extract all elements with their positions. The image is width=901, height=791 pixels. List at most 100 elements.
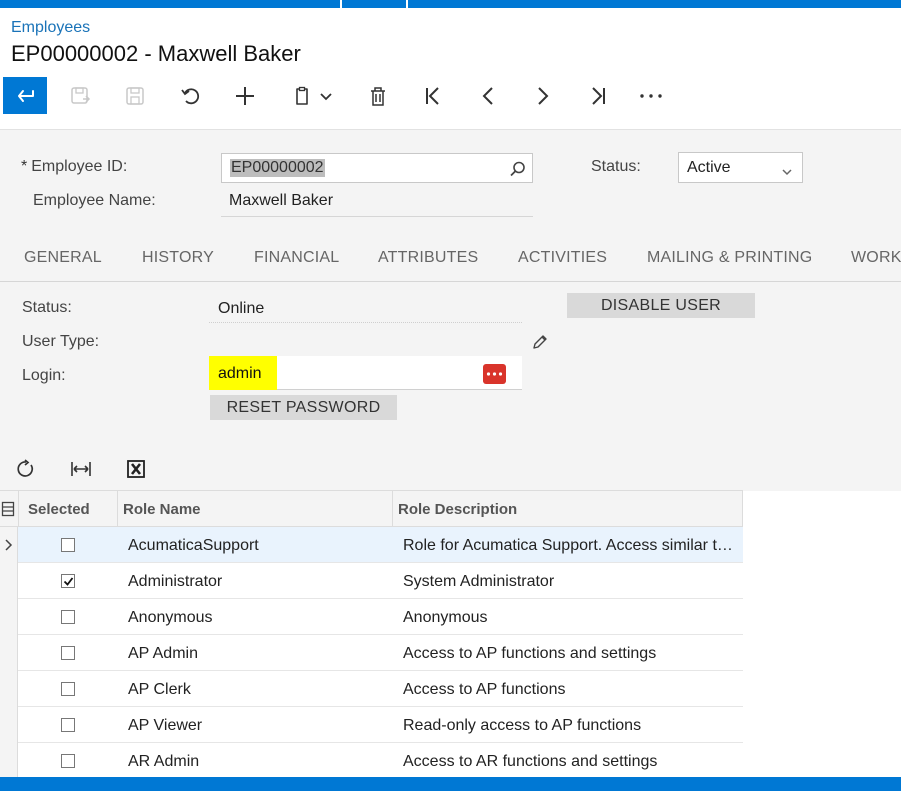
fit-to-screen-button[interactable] [68, 456, 94, 482]
selected-checkbox[interactable] [61, 646, 75, 660]
employee-id-label: * Employee ID: [21, 158, 127, 176]
row-indicator [0, 527, 18, 563]
status-select[interactable]: Active [678, 152, 803, 183]
tab-financial[interactable]: FINANCIAL [254, 249, 339, 267]
save-icon [126, 87, 144, 105]
login-field[interactable]: admin [209, 356, 522, 390]
add-button[interactable] [231, 77, 259, 115]
user-type-label: User Type: [22, 333, 100, 350]
table-row[interactable]: Anonymous Anonymous [0, 599, 743, 635]
row-indicator [0, 743, 18, 779]
role-name-cell: AP Viewer [128, 717, 203, 734]
toolbar [0, 77, 901, 115]
selected-checkbox[interactable] [61, 574, 75, 588]
user-status-field: Online [209, 292, 522, 323]
tab-work[interactable]: WORK [851, 249, 901, 267]
export-excel-button[interactable] [123, 456, 149, 482]
grid-header: Selected Role Name Role Description [0, 490, 743, 527]
plus-icon [236, 87, 254, 105]
table-row[interactable]: Administrator System Administrator [0, 563, 743, 599]
more-icon [640, 94, 662, 98]
status-value: Active [687, 159, 731, 176]
clipboard-icon [296, 86, 308, 105]
row-indicator [0, 599, 18, 635]
password-manager-icon[interactable] [483, 364, 506, 384]
back-button[interactable] [3, 77, 47, 114]
row-indicator [0, 563, 18, 599]
role-name-cell: AP Clerk [128, 681, 191, 698]
more-actions-button[interactable] [637, 77, 665, 115]
login-label: Login: [22, 367, 66, 384]
table-row[interactable]: AP Clerk Access to AP functions [0, 671, 743, 707]
role-name-cell: Administrator [128, 573, 223, 590]
role-description-cell: System Administrator [403, 573, 555, 590]
column-header-selected[interactable]: Selected [28, 501, 90, 518]
tab-attributes[interactable]: ATTRIBUTES [378, 249, 478, 267]
tab-mailing-printing[interactable]: MAILING & PRINTING [647, 249, 812, 267]
first-record-button[interactable] [419, 77, 447, 115]
employee-name-field[interactable]: Maxwell Baker [221, 187, 533, 217]
delete-button[interactable] [364, 77, 392, 115]
chevron-down-icon [781, 164, 793, 182]
selected-checkbox[interactable] [61, 538, 75, 552]
disable-user-button[interactable]: DISABLE USER [567, 293, 755, 318]
user-status-label: Status: [22, 299, 72, 316]
next-record-button[interactable] [529, 77, 557, 115]
employee-id-field[interactable]: EP00000002 [221, 153, 533, 183]
user-type-field[interactable] [209, 326, 522, 357]
top-bar-separator [340, 0, 342, 8]
selected-checkbox[interactable] [61, 718, 75, 732]
table-row[interactable]: AP Admin Access to AP functions and sett… [0, 635, 743, 671]
tab-activities[interactable]: ACTIVITIES [518, 249, 607, 267]
bottom-status-bar [0, 777, 901, 791]
role-name-cell: Anonymous [128, 609, 213, 626]
previous-record-button[interactable] [474, 77, 502, 115]
chevron-right-icon [5, 539, 13, 551]
employee-name-label: Employee Name: [33, 192, 156, 209]
tab-general[interactable]: GENERAL [24, 249, 102, 267]
role-description-cell: Access to AP functions [403, 681, 566, 698]
selected-checkbox[interactable] [61, 682, 75, 696]
role-name-cell: AR Admin [128, 753, 200, 770]
column-config-icon[interactable] [1, 501, 15, 522]
table-row[interactable]: AcumaticaSupport Role for Acumatica Supp… [0, 527, 743, 563]
column-header-role-name[interactable]: Role Name [123, 501, 201, 518]
column-header-role-description[interactable]: Role Description [398, 501, 517, 518]
page-title: EP00000002 - Maxwell Baker [11, 41, 301, 66]
role-name-cell: AcumaticaSupport [128, 537, 259, 554]
user-status-value: Online [218, 300, 265, 317]
undo-icon [181, 88, 200, 105]
role-description-cell: Read-only access to AP functions [403, 717, 642, 734]
row-indicator [0, 635, 18, 671]
row-indicator [0, 671, 18, 707]
next-icon [538, 87, 549, 105]
top-accent-bar [0, 0, 901, 8]
copy-paste-button[interactable] [286, 77, 338, 115]
breadcrumb[interactable]: Employees [11, 19, 90, 37]
role-description-cell: Access to AP functions and settings [403, 645, 657, 662]
back-arrow-icon [18, 89, 34, 102]
cancel-button[interactable] [176, 77, 204, 115]
chevron-down-icon [320, 93, 332, 101]
last-record-button[interactable] [584, 77, 612, 115]
search-icon[interactable] [509, 160, 527, 183]
selected-checkbox[interactable] [61, 754, 75, 768]
pencil-icon[interactable] [531, 333, 549, 356]
employee-id-label-text: Employee ID: [31, 158, 128, 175]
table-row[interactable]: AP Viewer Read-only access to AP functio… [0, 707, 743, 743]
table-row[interactable]: AR Admin Access to AR functions and sett… [0, 743, 743, 779]
top-bar-separator [406, 0, 408, 8]
excel-icon [127, 460, 145, 478]
reset-password-button[interactable]: RESET PASSWORD [210, 395, 397, 420]
selected-checkbox[interactable] [61, 610, 75, 624]
tab-bar: GENERAL HISTORY FINANCIAL ATTRIBUTES ACT… [0, 240, 901, 280]
tab-history[interactable]: HISTORY [142, 249, 214, 267]
refresh-icon [17, 459, 34, 477]
save-close-button[interactable] [66, 77, 94, 115]
save-close-icon [71, 87, 91, 104]
save-button[interactable] [121, 77, 149, 115]
grid-toolbar [0, 452, 300, 484]
refresh-button[interactable] [13, 456, 39, 482]
last-icon [592, 87, 605, 105]
first-icon [426, 87, 439, 105]
